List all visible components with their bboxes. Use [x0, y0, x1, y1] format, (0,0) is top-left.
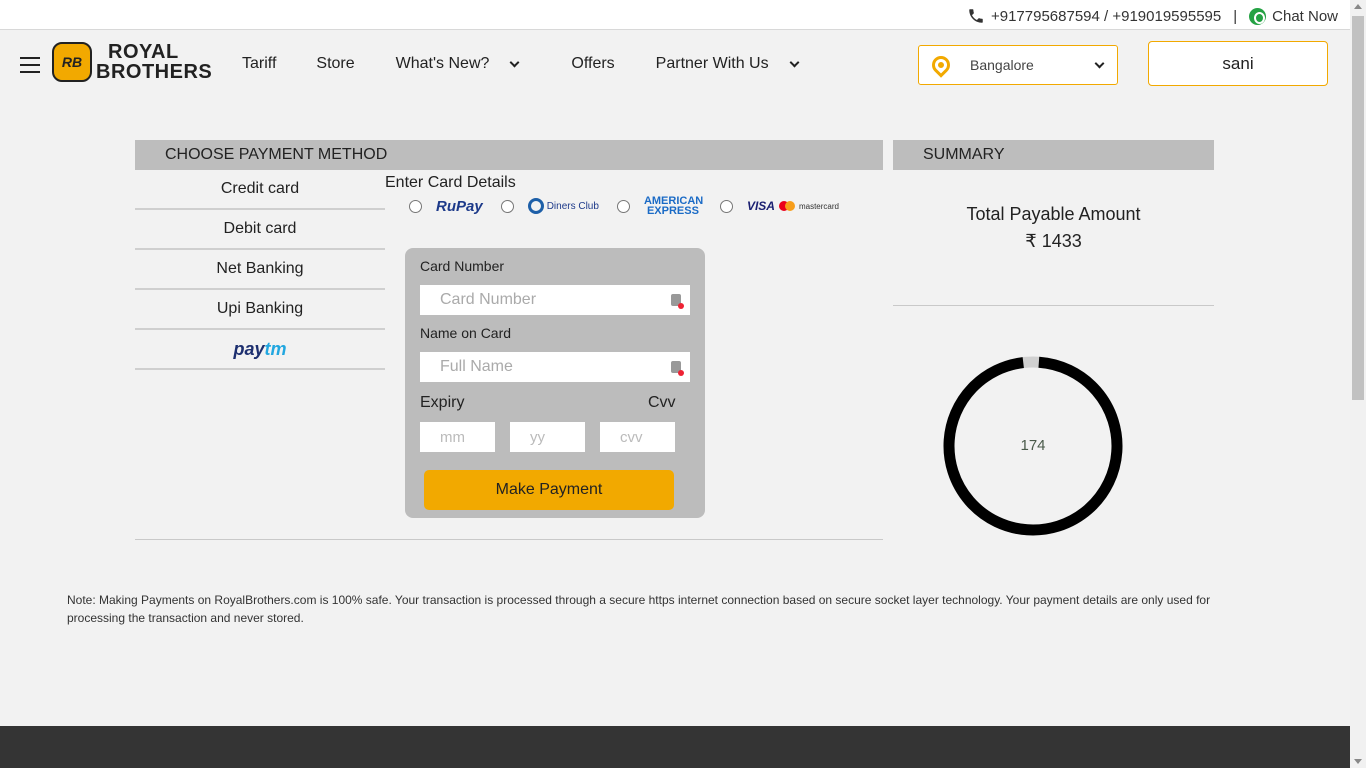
nav-tariff[interactable]: Tariff — [242, 55, 276, 73]
separator: | — [1233, 7, 1238, 25]
main-nav: Tariff Store What's New? Offers Partner … — [242, 55, 800, 73]
method-net-banking[interactable]: Net Banking — [135, 250, 385, 290]
countdown-timer-value: 174 — [1020, 437, 1046, 454]
rupay-radio[interactable] — [409, 199, 422, 213]
scroll-thumb[interactable] — [1352, 16, 1364, 400]
cvv-input[interactable] — [600, 422, 675, 452]
expiry-label: Expiry — [420, 394, 465, 411]
name-on-card-input[interactable] — [420, 352, 690, 382]
logo-badge: RB — [52, 42, 92, 82]
divider — [893, 305, 1214, 306]
footer — [0, 726, 1350, 768]
method-credit-card[interactable]: Credit card — [135, 170, 385, 210]
phone-icon — [969, 9, 983, 23]
card-details-form: Card Number Name on Card Expiry Cvv Make… — [405, 248, 705, 518]
contact-info: +917795687594 / +919019595595 | Chat Now — [967, 7, 1338, 25]
nav-offers[interactable]: Offers — [571, 55, 614, 73]
phone-numbers[interactable]: +917795687594 / +919019595595 — [991, 8, 1221, 25]
top-contact-bar: +917795687594 / +919019595595 | Chat Now — [0, 0, 1350, 30]
card-number-label: Card Number — [420, 258, 505, 274]
city-name: Bangalore — [970, 57, 1034, 73]
visa-mastercard-logo: VISA mastercard — [746, 199, 839, 213]
scroll-up-icon[interactable] — [1354, 4, 1362, 9]
name-on-card-label: Name on Card — [420, 325, 512, 341]
logo-text: ROYAL BROTHERS — [96, 41, 213, 83]
nav-partner-with-us[interactable]: Partner With Us — [656, 55, 800, 73]
scroll-down-icon[interactable] — [1354, 759, 1362, 764]
summary-heading: SUMMARY — [893, 140, 1214, 170]
expiry-month-input[interactable] — [420, 422, 495, 452]
main-header: RB ROYAL BROTHERS Tariff Store What's Ne… — [0, 31, 1350, 100]
payment-method-heading: CHOOSE PAYMENT METHOD — [135, 140, 883, 170]
chevron-down-icon — [789, 57, 800, 67]
royal-brothers-logo[interactable]: RB ROYAL BROTHERS — [52, 42, 212, 82]
cvv-label: Cvv — [648, 394, 676, 411]
autofill-icon — [671, 294, 684, 309]
visa-mastercard-radio[interactable] — [719, 199, 733, 213]
location-pin-icon — [928, 52, 954, 78]
divider — [135, 539, 883, 540]
city-selector[interactable]: Bangalore — [918, 45, 1118, 85]
hamburger-menu-icon[interactable] — [20, 57, 40, 73]
method-paytm[interactable]: paytm — [135, 330, 385, 370]
total-payable-amount: ₹ 1433 — [1025, 231, 1082, 251]
nav-store[interactable]: Store — [316, 55, 354, 73]
vertical-scrollbar[interactable] — [1350, 0, 1366, 768]
diners-club-icon — [527, 198, 544, 214]
american-express-logo: AMERICAN EXPRESS — [643, 195, 704, 217]
method-debit-card[interactable]: Debit card — [135, 210, 385, 250]
card-brand-options: RuPay Diners Club AMERICAN EXPRESS VISA m… — [409, 195, 857, 217]
amex-radio[interactable] — [616, 199, 630, 213]
diners-club-logo: Diners Club — [527, 198, 599, 214]
paytm-logo: paytm — [233, 338, 287, 359]
chat-now-link[interactable]: Chat Now — [1272, 8, 1338, 25]
diners-radio[interactable] — [500, 199, 514, 213]
total-payable-label: Total Payable Amount — [966, 204, 1141, 224]
whatsapp-icon[interactable] — [1249, 7, 1267, 25]
rupay-logo: RuPay — [436, 197, 483, 215]
payment-method-list: Credit card Debit card Net Banking Upi B… — [135, 170, 385, 370]
autofill-icon — [671, 361, 684, 376]
user-account-button[interactable]: sani — [1148, 41, 1328, 86]
nav-whats-new[interactable]: What's New? — [396, 55, 520, 73]
expiry-year-input[interactable] — [510, 422, 585, 452]
method-upi-banking[interactable]: Upi Banking — [135, 290, 385, 330]
safety-note: Note: Making Payments on RoyalBrothers.c… — [67, 593, 1211, 625]
make-payment-button[interactable]: Make Payment — [424, 470, 674, 510]
chevron-down-icon — [509, 57, 520, 67]
mastercard-icon — [778, 201, 795, 211]
chevron-down-icon — [1094, 58, 1105, 69]
card-details-title: Enter Card Details — [385, 174, 516, 191]
card-number-input[interactable] — [420, 285, 690, 315]
